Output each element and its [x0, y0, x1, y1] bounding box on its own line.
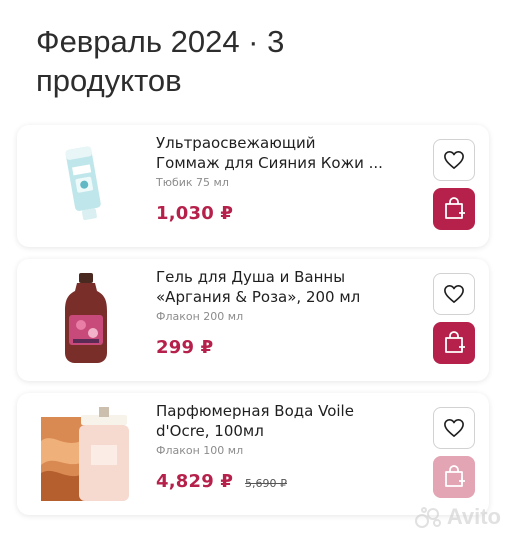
add-to-cart-button[interactable]: [433, 456, 475, 498]
watermark-text: Avito: [446, 504, 501, 529]
product-image[interactable]: [33, 267, 143, 373]
avito-watermark: Avito: [414, 504, 501, 530]
product-image[interactable]: [33, 133, 143, 239]
heart-outline-icon: [444, 419, 464, 437]
avito-logo-icon: [414, 507, 441, 528]
shopping-bag-plus-icon: [445, 197, 465, 219]
product-card[interactable]: Ультраосвежающий Гоммаж для Сияния Кожи …: [17, 125, 489, 247]
page-title: Февраль 2024 · 3 продуктов: [36, 24, 285, 98]
product-variant: Тюбик 75 мл: [156, 176, 229, 189]
shopping-bag-plus-icon: [445, 465, 465, 487]
product-variant: Флакон 100 мл: [156, 444, 244, 457]
product-price: 299 ₽: [156, 337, 214, 358]
heart-outline-icon: [444, 151, 464, 169]
add-to-cart-button[interactable]: [433, 322, 475, 364]
product-name[interactable]: Гель для Душа и Ванны «Аргания & Роза», …: [156, 267, 406, 307]
shopping-bag-plus-icon: [445, 331, 465, 353]
product-variant: Флакон 200 мл: [156, 310, 244, 323]
favorite-button[interactable]: [433, 407, 475, 449]
product-price: 1,030 ₽: [156, 203, 234, 224]
product-image[interactable]: [33, 401, 143, 507]
product-price: 4,829 ₽: [156, 471, 234, 492]
heart-outline-icon: [444, 285, 464, 303]
add-to-cart-button[interactable]: [433, 188, 475, 230]
favorite-button[interactable]: [433, 139, 475, 181]
product-name[interactable]: Парфюмерная Вода Voile d'Ocre, 100мл: [156, 401, 406, 441]
product-card[interactable]: Гель для Душа и Ванны «Аргания & Роза», …: [17, 259, 489, 381]
favorite-button[interactable]: [433, 273, 475, 315]
product-card[interactable]: Парфюмерная Вода Voile d'Ocre, 100мл Фла…: [17, 393, 489, 515]
product-name[interactable]: Ультраосвежающий Гоммаж для Сияния Кожи …: [156, 133, 406, 173]
product-old-price: 5,690 ₽: [245, 477, 287, 490]
